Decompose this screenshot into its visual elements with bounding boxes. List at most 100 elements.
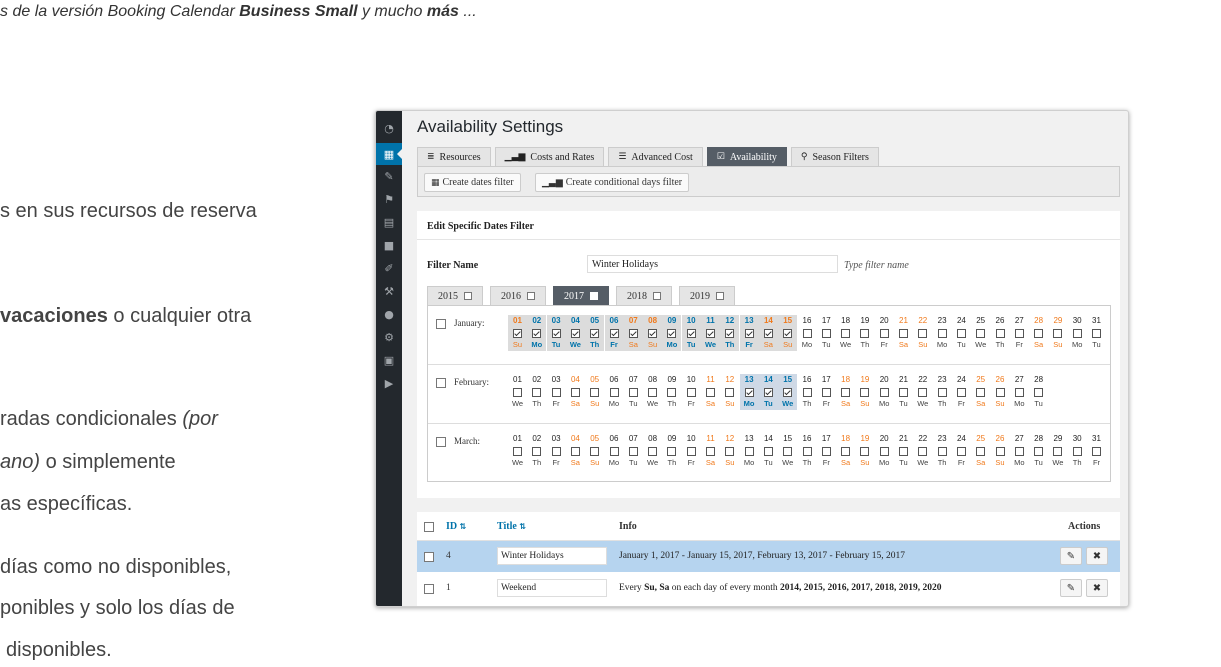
day-checkbox[interactable] [667, 388, 677, 397]
day-checkbox[interactable] [783, 329, 793, 338]
day-cell[interactable]: 27 Fr [1010, 315, 1029, 351]
year-tab-2016[interactable]: 2016 [490, 286, 546, 305]
day-cell[interactable]: 20 Mo [875, 433, 894, 469]
day-cell[interactable]: 13 Mo [739, 374, 759, 410]
year-checkbox[interactable] [590, 292, 598, 300]
day-checkbox[interactable] [1034, 329, 1044, 338]
day-cell[interactable]: 02 Th [527, 433, 546, 469]
year-checkbox[interactable] [653, 292, 661, 300]
day-checkbox[interactable] [609, 388, 619, 397]
day-cell[interactable]: 01 We [508, 433, 527, 469]
day-checkbox[interactable] [918, 388, 928, 397]
comments-icon[interactable]: ■ [381, 238, 397, 252]
day-cell[interactable]: 17 Fr [817, 433, 836, 469]
day-checkbox[interactable] [513, 388, 522, 397]
day-checkbox[interactable] [532, 447, 542, 456]
day-checkbox[interactable] [628, 329, 638, 338]
day-checkbox[interactable] [860, 447, 870, 456]
day-checkbox[interactable] [976, 388, 986, 397]
month-checkbox[interactable] [436, 437, 446, 447]
day-cell[interactable]: 15 Su [778, 315, 798, 351]
day-cell[interactable]: 27 Mo [1010, 433, 1029, 469]
day-cell[interactable]: 20 Fr [875, 315, 894, 351]
day-cell[interactable]: 24 Fr [952, 374, 971, 410]
day-checkbox[interactable] [744, 447, 754, 456]
day-cell[interactable]: 25 Sa [971, 433, 990, 469]
day-checkbox[interactable] [590, 388, 600, 397]
day-checkbox[interactable] [706, 329, 715, 338]
day-cell[interactable]: 12 Su [720, 374, 739, 410]
day-checkbox[interactable] [532, 388, 542, 397]
year-tab-2019[interactable]: 2019 [679, 286, 735, 305]
day-cell[interactable]: 24 Tu [952, 315, 971, 351]
day-checkbox[interactable] [590, 329, 600, 338]
day-checkbox[interactable] [918, 329, 928, 338]
day-cell[interactable]: 12 Su [720, 433, 739, 469]
day-cell[interactable]: 31 Fr [1087, 433, 1106, 469]
day-cell[interactable]: 19 Su [855, 433, 874, 469]
day-cell[interactable]: 23 Mo [933, 315, 952, 351]
tab-resources[interactable]: ≣ Resources [417, 147, 491, 166]
day-checkbox[interactable] [551, 388, 561, 397]
day-cell[interactable]: 19 Su [855, 374, 874, 410]
day-checkbox[interactable] [763, 329, 773, 338]
year-tab-2017[interactable]: 2017 [553, 286, 609, 305]
day-checkbox[interactable] [744, 388, 754, 397]
day-checkbox[interactable] [1014, 329, 1024, 338]
day-checkbox[interactable] [532, 329, 542, 338]
day-cell[interactable]: 22 Su [913, 315, 932, 351]
day-cell[interactable]: 19 Th [855, 315, 874, 351]
day-cell[interactable]: 24 Fr [952, 433, 971, 469]
day-checkbox[interactable] [821, 329, 831, 338]
col-title-header[interactable]: Title ⇅ [497, 521, 526, 532]
day-checkbox[interactable] [879, 388, 889, 397]
day-checkbox[interactable] [841, 388, 851, 397]
day-cell[interactable]: 04 Sa [566, 374, 585, 410]
day-checkbox[interactable] [744, 329, 754, 338]
day-checkbox[interactable] [899, 388, 908, 397]
day-checkbox[interactable] [937, 329, 947, 338]
day-cell[interactable]: 01 We [508, 374, 527, 410]
month-checkbox[interactable] [436, 319, 446, 329]
day-cell[interactable]: 25 We [971, 315, 990, 351]
day-checkbox[interactable] [899, 447, 908, 456]
day-checkbox[interactable] [1034, 447, 1044, 456]
day-checkbox[interactable] [976, 447, 986, 456]
day-cell[interactable]: 14 Tu [758, 374, 778, 410]
day-checkbox[interactable] [1092, 329, 1101, 338]
calendar-icon[interactable]: ▦ [376, 143, 402, 165]
day-cell[interactable]: 20 Mo [875, 374, 894, 410]
day-cell[interactable]: 06 Fr [604, 315, 624, 351]
year-checkbox[interactable] [527, 292, 535, 300]
day-checkbox[interactable] [648, 388, 658, 397]
year-checkbox[interactable] [464, 292, 472, 300]
day-checkbox[interactable] [802, 329, 812, 338]
day-cell[interactable]: 23 Th [933, 374, 952, 410]
tools-icon[interactable]: ⚙ [381, 330, 397, 344]
day-checkbox[interactable] [551, 447, 561, 456]
day-cell[interactable]: 10 Tu [681, 315, 701, 351]
day-checkbox[interactable] [1072, 329, 1082, 338]
day-cell[interactable]: 01 Su [508, 315, 527, 351]
day-cell[interactable]: 04 Sa [566, 433, 585, 469]
day-cell[interactable]: 13 Fr [739, 315, 759, 351]
day-cell[interactable]: 06 Mo [605, 374, 624, 410]
day-cell[interactable]: 18 Sa [836, 374, 855, 410]
day-checkbox[interactable] [956, 329, 966, 338]
day-checkbox[interactable] [725, 329, 735, 338]
select-all-checkbox[interactable] [424, 522, 434, 532]
pages-icon[interactable]: ▤ [381, 215, 397, 229]
day-checkbox[interactable] [686, 388, 696, 397]
day-checkbox[interactable] [821, 447, 831, 456]
day-checkbox[interactable] [802, 447, 812, 456]
year-tab-2018[interactable]: 2018 [616, 286, 672, 305]
day-cell[interactable]: 03 Fr [547, 433, 566, 469]
day-cell[interactable]: 18 Sa [836, 433, 855, 469]
day-cell[interactable]: 26 Su [991, 374, 1010, 410]
day-checkbox[interactable] [860, 329, 870, 338]
day-checkbox[interactable] [1014, 447, 1024, 456]
day-checkbox[interactable] [570, 388, 580, 397]
day-checkbox[interactable] [879, 329, 889, 338]
dashboard-icon[interactable]: ◔ [381, 121, 397, 135]
day-checkbox[interactable] [590, 447, 600, 456]
